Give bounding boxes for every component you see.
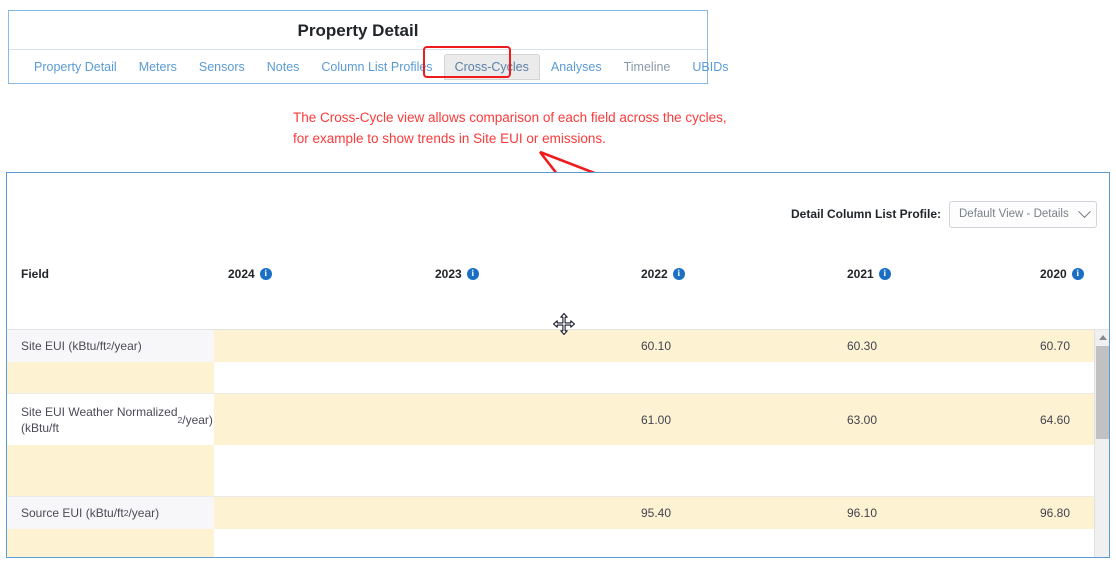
cell-field-name: Site EUI (kBtu/ft 2/year) (7, 330, 214, 362)
table-body: Site EUI (kBtu/ft 2/year) 60.10 60.30 60.70 S… (7, 330, 1109, 557)
column-header-2022[interactable]: 2022 i (627, 255, 833, 292)
cell-field-name: Site EUI Weather Normalized (kBtu/ft 2/yea… (7, 394, 214, 445)
table-row[interactable]: Site EUI Weather Normalized (kBtu/ft 2/yea… (7, 394, 1109, 497)
screen-root: Property Detail Property Detail Meters Sen… (0, 0, 1116, 564)
info-icon[interactable]: i (878, 267, 891, 280)
cell-value-2021[interactable]: 60.30 (833, 330, 1026, 362)
tab-meters[interactable]: Meters (128, 54, 188, 80)
tab-sensors[interactable]: Sensors (188, 54, 256, 80)
chevron-down-icon (1078, 204, 1091, 218)
cell-value-2022[interactable]: 61.00 (627, 394, 833, 445)
column-header-spacer (7, 292, 214, 329)
column-header-label: 2022 (641, 266, 668, 281)
cell-value-2024[interactable] (214, 394, 421, 445)
cell-field-name: Source EUI (kBtu/ft 2/year) (7, 497, 214, 529)
table-header-row: Field 2024 i 2023 i 2022 i 2021 i 2020 i (7, 255, 1109, 330)
cell-value-2021[interactable]: 63.00 (833, 394, 1026, 445)
cell-row-padding (7, 529, 214, 557)
column-header-2020[interactable]: 2020 i (1026, 255, 1109, 292)
cell-value-2021[interactable]: 96.10 (833, 497, 1026, 529)
column-header-2023[interactable]: 2023 i (421, 255, 627, 292)
info-icon[interactable]: i (1071, 267, 1084, 280)
column-header-field[interactable]: Field (7, 255, 214, 292)
page-title: Property Detail (9, 11, 707, 50)
property-detail-panel: Property Detail Property Detail Meters Sen… (8, 10, 729, 84)
tab-cross-cycles[interactable]: Cross-Cycles (443, 53, 540, 80)
scroll-up-arrow-icon[interactable] (1095, 330, 1109, 344)
profile-select-value: Default View - Details (959, 208, 1069, 220)
column-header-label: 2024 (228, 266, 255, 281)
tab-bar: Property Detail Meters Sensors Notes Column … (9, 46, 729, 83)
table-body-scroll-area[interactable]: Site EUI (kBtu/ft 2/year) 60.10 60.30 60.70 S… (7, 330, 1109, 557)
tab-property-detail[interactable]: Property Detail (23, 54, 128, 80)
tab-column-list-profiles[interactable]: Column List Profiles (310, 54, 443, 80)
scrollbar-thumb[interactable] (1096, 346, 1109, 439)
tab-ubids[interactable]: UBIDs (681, 54, 739, 80)
vertical-scrollbar[interactable] (1094, 330, 1109, 557)
column-header-2024[interactable]: 2024 i (214, 255, 421, 292)
tab-notes[interactable]: Notes (256, 54, 311, 80)
cell-value-2023[interactable] (421, 394, 627, 445)
info-icon[interactable]: i (259, 267, 272, 280)
cell-row-padding (7, 362, 214, 393)
column-header-label: 2021 (847, 266, 874, 281)
callout-annotation: The Cross-Cycle view allows comparison o… (293, 110, 727, 146)
column-header-2021[interactable]: 2021 i (833, 255, 1026, 292)
cell-row-padding (7, 445, 214, 496)
tab-timeline[interactable]: Timeline (613, 54, 682, 80)
cell-value-2024[interactable] (214, 497, 421, 529)
profile-label: Detail Column List Profile: (790, 207, 941, 221)
info-icon[interactable]: i (466, 267, 479, 280)
table-row[interactable]: Source EUI (kBtu/ft 2/year) 95.40 96.10 96.8… (7, 497, 1109, 557)
profile-toolbar: Detail Column List Profile: Default View… (7, 173, 1109, 255)
column-header-label: Field (21, 266, 50, 281)
cell-value-2024[interactable] (214, 330, 421, 362)
column-header-label: 2023 (435, 266, 462, 281)
tab-analyses[interactable]: Analyses (540, 54, 613, 80)
detail-column-list-profile-select[interactable]: Default View - Details (949, 200, 1097, 228)
cell-value-2023[interactable] (421, 330, 627, 362)
table-row[interactable]: Site EUI (kBtu/ft 2/year) 60.10 60.30 60.70 (7, 330, 1109, 394)
cross-cycles-table-panel: Detail Column List Profile: Default View… (6, 172, 1110, 558)
cell-value-2022[interactable]: 60.10 (627, 330, 833, 362)
cell-value-2022[interactable]: 95.40 (627, 497, 833, 529)
column-header-label: 2020 (1040, 266, 1067, 281)
info-icon[interactable]: i (672, 267, 685, 280)
cell-value-2023[interactable] (421, 497, 627, 529)
